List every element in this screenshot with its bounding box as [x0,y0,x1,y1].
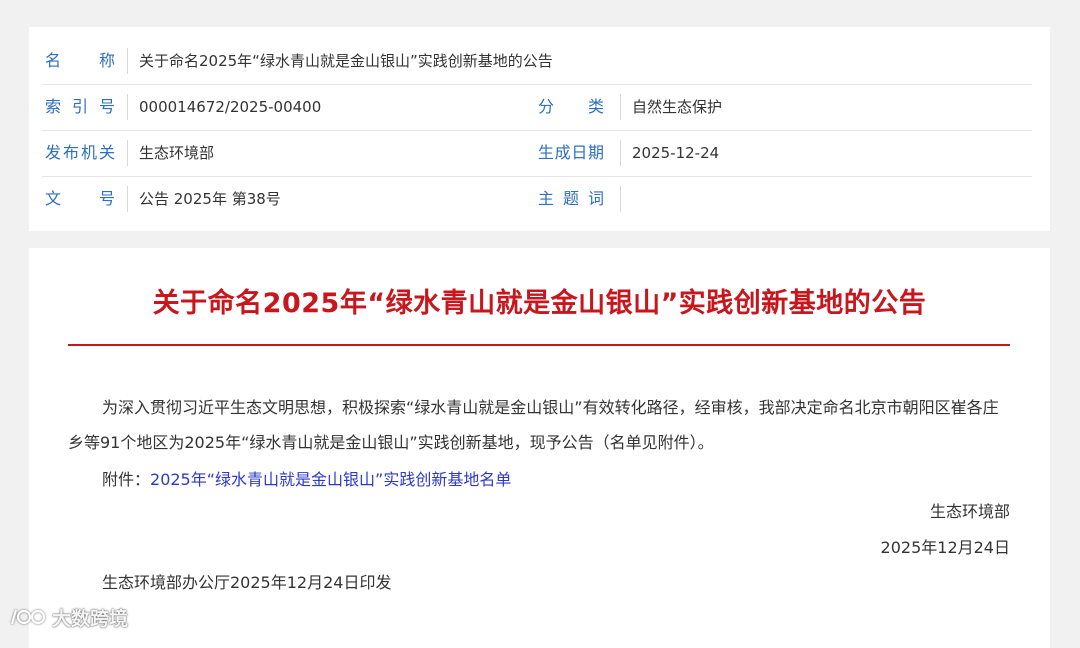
attachment-prefix: 附件： [102,470,151,489]
divider [127,186,128,212]
document-body: 关于命名2025年“绿水青山就是金山银山”实践创新基地的公告 为深入贯彻习近平生… [29,248,1050,648]
divider [620,140,621,166]
value-issuer: 生态环境部 [139,144,215,162]
divider [620,186,621,212]
issuance-footnote: 生态环境部办公厅2025年12月24日印发 [102,573,392,592]
signature-org: 生态环境部 [929,502,1010,521]
label-date: 生成日期 [538,143,604,162]
document-paragraph: 为深入贯彻习近平生态文明思想，积极探索“绿水青山就是金山银山”有效转化路径，经审… [68,398,999,452]
attachment-line: 附件：2025年“绿水青山就是金山银山”实践创新基地名单 [102,462,511,497]
meta-row-name: 名称 关于命名2025年“绿水青山就是金山银山”实践创新基地的公告 [42,38,1032,85]
divider [127,48,128,74]
watermark-text: 大数跨境 [52,607,129,630]
signature-date: 2025年12月24日 [880,538,1010,557]
label-index-number: 索引号 [45,97,115,116]
meta-row-index: 索引号 000014672/2025-00400 分类 自然生态保护 [42,84,1032,131]
divider [127,140,128,166]
label-category: 分类 [538,97,604,116]
meta-row-doc-number: 文号 公告 2025年 第38号 主题词 [42,176,1032,222]
meta-row-issuer: 发布机关 生态环境部 生成日期 2025-12-24 [42,130,1032,177]
attachment-link[interactable]: 2025年“绿水青山就是金山银山”实践创新基地名单 [150,470,511,489]
value-category: 自然生态保护 [632,98,723,116]
label-name: 名称 [45,51,115,70]
value-name: 关于命名2025年“绿水青山就是金山银山”实践创新基地的公告 [139,52,553,70]
label-issuer: 发布机关 [45,143,115,162]
document-title: 关于命名2025年“绿水青山就是金山银山”实践创新基地的公告 [152,288,927,319]
title-divider [68,344,1010,346]
value-date: 2025-12-24 [632,144,720,162]
value-index-number: 000014672/2025-00400 [139,98,322,116]
label-doc-number: 文号 [45,189,115,208]
value-doc-number: 公告 2025年 第38号 [139,190,281,208]
watermark-logo-icon [8,604,48,630]
divider [127,94,128,120]
divider [620,94,621,120]
label-keywords: 主题词 [538,189,604,208]
metadata-panel: 名称 关于命名2025年“绿水青山就是金山银山”实践创新基地的公告 索引号 00… [29,27,1050,231]
watermark: 大数跨境 [8,602,128,632]
